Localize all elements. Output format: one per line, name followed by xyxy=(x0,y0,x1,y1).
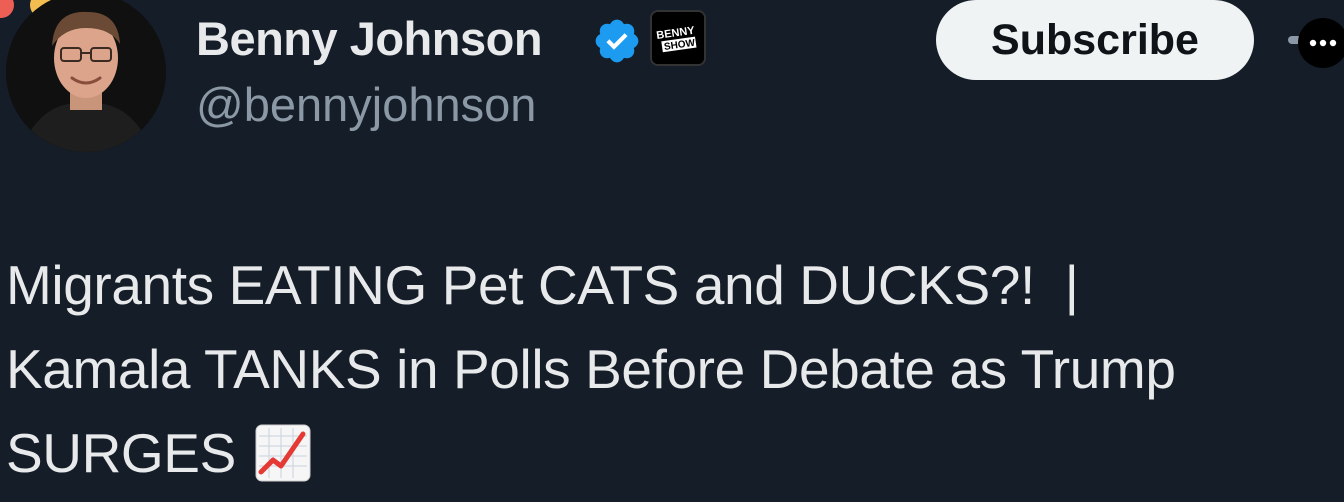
post-card: Benny Johnson BENNY SHOW @bennyjohnson S… xyxy=(0,0,1344,502)
window-close-button[interactable] xyxy=(0,0,14,18)
benny-show-logo-icon: BENNY SHOW xyxy=(652,12,704,64)
display-name[interactable]: Benny Johnson xyxy=(196,10,543,68)
chart-increasing-emoji-icon xyxy=(255,424,311,482)
avatar[interactable] xyxy=(6,0,166,152)
tweet-line-1: Migrants EATING Pet CATS and DUCKS?! | xyxy=(6,254,1079,316)
tweet-text: Migrants EATING Pet CATS and DUCKS?! | K… xyxy=(6,243,1336,495)
user-handle[interactable]: @bennyjohnson xyxy=(196,76,536,134)
subscribe-button[interactable]: Subscribe xyxy=(936,0,1254,80)
verified-badge-icon xyxy=(595,19,639,63)
tweet-line-3-text: SURGES xyxy=(6,422,236,484)
affiliate-badge[interactable]: BENNY SHOW xyxy=(650,10,706,66)
ellipsis-icon xyxy=(1309,39,1337,47)
tweet-line-2: Kamala TANKS in Polls Before Debate as T… xyxy=(6,338,1176,400)
avatar-photo xyxy=(6,0,166,152)
tweet-line-3: SURGES xyxy=(6,411,1336,495)
more-options-button[interactable] xyxy=(1298,18,1344,68)
